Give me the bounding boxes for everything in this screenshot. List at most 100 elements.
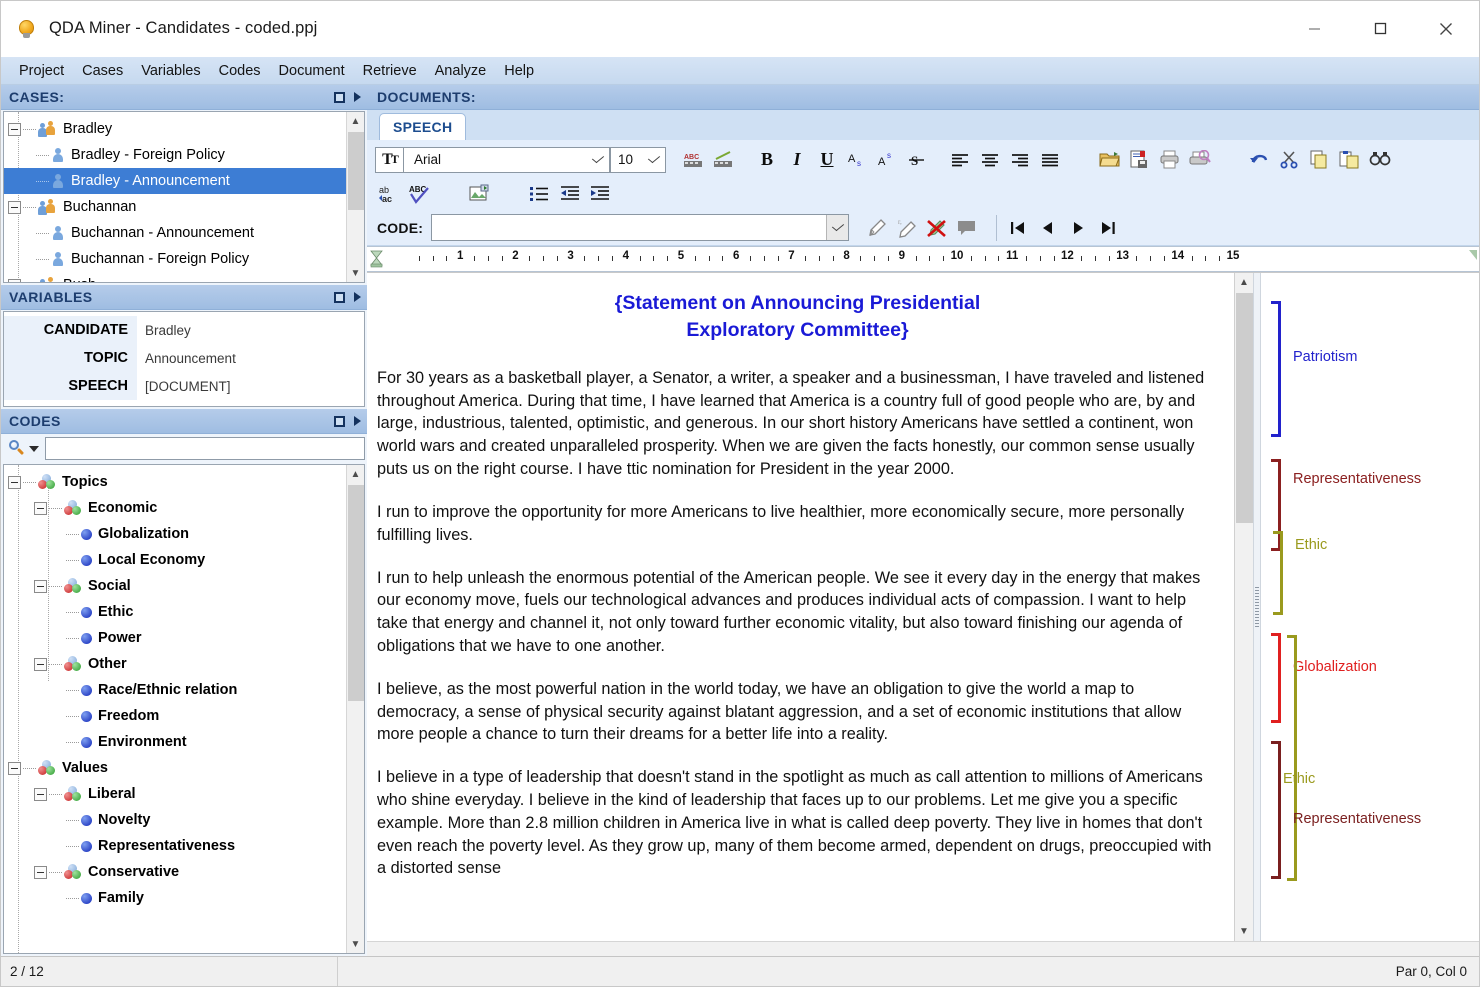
code-item-conservative[interactable]: Conservative [4, 859, 346, 885]
code-item-globalization[interactable]: Globalization [4, 521, 346, 547]
copy-button[interactable] [1305, 145, 1335, 174]
codes-tree[interactable]: Topics Economic Globalization [4, 465, 346, 953]
decrease-indent-button[interactable] [555, 179, 585, 208]
expand-arrow-icon[interactable] [354, 92, 361, 102]
chevron-down-icon[interactable] [587, 148, 609, 172]
menu-document[interactable]: Document [270, 60, 354, 82]
expander-plus-icon[interactable] [8, 279, 21, 283]
align-center-button[interactable] [975, 145, 1005, 174]
expander-minus-icon[interactable] [34, 502, 47, 515]
align-left-button[interactable] [945, 145, 975, 174]
expand-arrow-icon[interactable] [354, 292, 361, 302]
code-margin-label[interactable]: Representativeness [1293, 471, 1421, 487]
align-right-button[interactable] [1005, 145, 1035, 174]
ruler-left-marker[interactable] [367, 247, 387, 271]
tree-item-bradley-announcement[interactable]: Bradley - Announcement [4, 168, 346, 194]
code-margin-label[interactable]: Globalization [1293, 659, 1377, 675]
underline-button[interactable]: U [812, 145, 842, 174]
scroll-track[interactable] [347, 483, 365, 935]
tree-item-buchannan-foreign-policy[interactable]: Buchannan - Foreign Policy [4, 246, 346, 272]
font-size-select[interactable]: 10 [610, 147, 666, 173]
close-button[interactable] [1413, 1, 1479, 56]
expander-minus-icon[interactable] [34, 658, 47, 671]
magnifier-icon[interactable] [8, 440, 25, 457]
scroll-up-icon[interactable]: ▲ [347, 112, 365, 130]
scroll-down-icon[interactable]: ▼ [1235, 922, 1254, 941]
menu-variables[interactable]: Variables [132, 60, 209, 82]
open-file-button[interactable] [1095, 145, 1125, 174]
save-document-button[interactable] [1125, 145, 1155, 174]
codes-search-input[interactable] [45, 437, 365, 460]
replace-text-button[interactable]: ab ac [375, 179, 405, 208]
bold-button[interactable]: B [752, 145, 782, 174]
tab-speech[interactable]: SPEECH [379, 113, 466, 140]
superscript-button[interactable]: As [872, 145, 902, 174]
menu-analyze[interactable]: Analyze [426, 60, 496, 82]
cut-button[interactable] [1275, 145, 1305, 174]
highlight-color-icon[interactable] [709, 145, 739, 174]
code-item-values[interactable]: Values [4, 755, 346, 781]
ruler-scale[interactable]: 123456789101112131415 [387, 247, 1479, 271]
document-text[interactable]: {Statement on Announcing Presidential Ex… [367, 273, 1234, 941]
align-justify-button[interactable] [1035, 145, 1065, 174]
code-select[interactable] [431, 214, 849, 241]
variable-row[interactable]: SPEECH [DOCUMENT] [4, 372, 364, 400]
expander-minus-icon[interactable] [34, 788, 47, 801]
unassign-code-button[interactable] [922, 213, 952, 242]
menu-project[interactable]: Project [10, 60, 73, 82]
find-button[interactable] [1365, 145, 1395, 174]
variable-row[interactable]: TOPIC Announcement [4, 344, 364, 372]
code-item-family[interactable]: Family [4, 885, 346, 911]
document-ruler[interactable]: 123456789101112131415 [367, 246, 1479, 272]
scroll-thumb[interactable] [1236, 293, 1253, 523]
code-item-race-ethnic-relation[interactable]: Race/Ethnic relation [4, 677, 346, 703]
expander-minus-icon[interactable] [8, 201, 21, 214]
previous-code-button[interactable] [1033, 213, 1063, 242]
chevron-down-icon[interactable] [826, 215, 848, 240]
expander-minus-icon[interactable] [34, 580, 47, 593]
variable-row[interactable]: CANDIDATE Bradley [4, 316, 364, 344]
chevron-down-icon[interactable] [29, 446, 39, 452]
coding-margin-splitter[interactable] [1253, 273, 1261, 941]
expander-minus-icon[interactable] [34, 866, 47, 879]
text-color-icon[interactable]: ABC [679, 145, 709, 174]
code-item-ethic[interactable]: Ethic [4, 599, 346, 625]
minimize-button[interactable] [1281, 1, 1347, 56]
code-item-environment[interactable]: Environment [4, 729, 346, 755]
code-item-other[interactable]: Other [4, 651, 346, 677]
print-preview-button[interactable] [1185, 145, 1215, 174]
code-item-novelty[interactable]: Novelty [4, 807, 346, 833]
tree-item-bush[interactable]: Bush [4, 272, 346, 282]
print-button[interactable] [1155, 145, 1185, 174]
menu-cases[interactable]: Cases [73, 60, 132, 82]
codes-tree-scrollbar[interactable]: ▲ ▼ [346, 465, 364, 953]
cases-tree[interactable]: Bradley Bradley - Foreign Policy Bradley… [4, 112, 346, 282]
scroll-track[interactable] [347, 130, 365, 264]
expander-minus-icon[interactable] [8, 476, 21, 489]
first-code-button[interactable] [1003, 213, 1033, 242]
restore-icon[interactable] [334, 416, 345, 427]
tree-item-buchannan-announcement[interactable]: Buchannan - Announcement [4, 220, 346, 246]
increase-indent-button[interactable] [585, 179, 615, 208]
right-indent-marker-icon[interactable] [1469, 250, 1477, 260]
next-code-button[interactable] [1063, 213, 1093, 242]
code-bracket[interactable] [1271, 741, 1281, 879]
code-item-liberal[interactable]: Liberal [4, 781, 346, 807]
menu-codes[interactable]: Codes [210, 60, 270, 82]
paste-button[interactable] [1335, 145, 1365, 174]
undo-button[interactable] [1245, 145, 1275, 174]
code-item-representativeness[interactable]: Representativeness [4, 833, 346, 859]
chevron-down-icon[interactable] [643, 148, 665, 172]
spellcheck-button[interactable]: ABC [405, 179, 435, 208]
subscript-button[interactable]: As [842, 145, 872, 174]
tree-item-buchannan[interactable]: Buchannan [4, 194, 346, 220]
menu-retrieve[interactable]: Retrieve [354, 60, 426, 82]
code-item-local-economy[interactable]: Local Economy [4, 547, 346, 573]
insert-image-button[interactable] [465, 179, 495, 208]
bullet-list-button[interactable] [525, 179, 555, 208]
code-margin-label[interactable]: Patriotism [1293, 349, 1357, 365]
horizontal-scroll-strip[interactable] [367, 941, 1479, 956]
scroll-down-icon[interactable]: ▼ [347, 264, 365, 282]
scroll-thumb[interactable] [348, 132, 364, 210]
expand-arrow-icon[interactable] [354, 416, 361, 426]
